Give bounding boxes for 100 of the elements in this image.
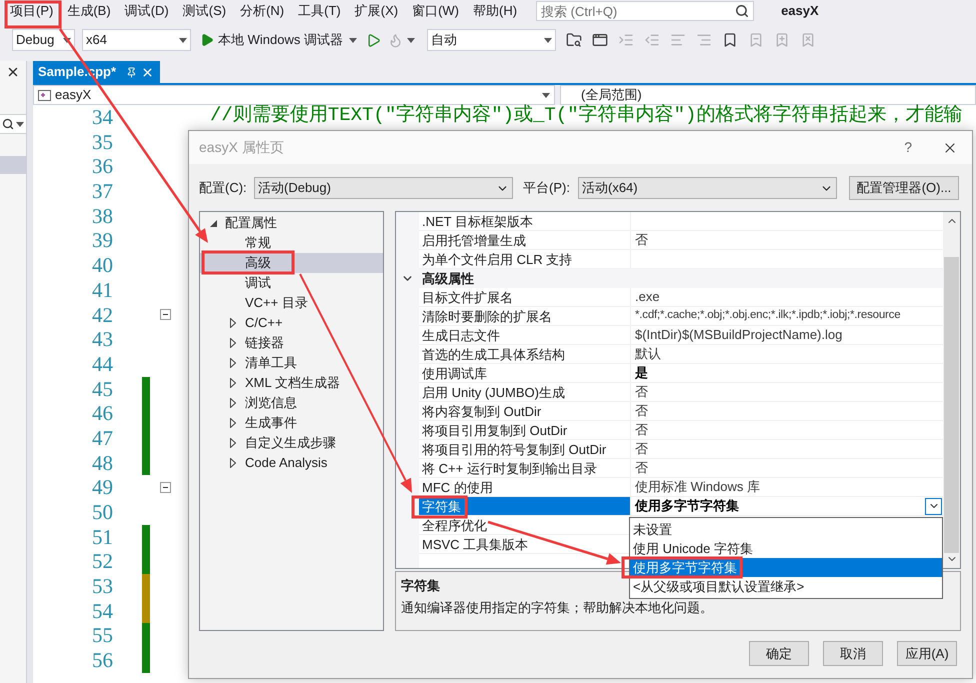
line-number: 51 [91, 524, 113, 549]
property-name[interactable]: 将项目引用复制到 OutDir [419, 421, 631, 440]
menu-item[interactable]: 工具(T) [291, 1, 348, 21]
line-number: 37 [91, 179, 113, 204]
dialog-button[interactable]: 取消 [823, 641, 883, 666]
tree-item[interactable]: Code Analysis [200, 453, 383, 473]
tree-item[interactable]: 链接器 [200, 333, 383, 353]
dialog-button[interactable]: 确定 [749, 641, 809, 666]
dropdown-button[interactable] [925, 498, 942, 514]
collapse-icon[interactable] [160, 482, 170, 494]
dropdown-option[interactable]: <从父级或项目默认设置继承> [630, 577, 942, 596]
menu-item[interactable]: 调试(D) [118, 1, 176, 21]
line-number: 45 [91, 376, 113, 401]
dropdown-option[interactable]: 未设置 [630, 520, 942, 539]
help-button[interactable]: ? [898, 137, 918, 158]
configuration-dropdown[interactable]: 活动(Debug) [254, 177, 513, 199]
play-outline-icon[interactable] [366, 32, 381, 48]
tree-item[interactable]: C/C++ [200, 313, 383, 333]
scope-dropdown[interactable]: (全局范围) [560, 85, 976, 105]
highlight-frame [412, 496, 468, 518]
menu-item[interactable]: 扩展(X) [348, 1, 406, 21]
line-number: 56 [91, 648, 113, 672]
field-label: 平台(P): [523, 179, 571, 198]
dropdown-option[interactable]: 使用多字节字符集 [630, 558, 942, 577]
dropdown-option[interactable]: 使用 Unicode 字符集 [630, 539, 942, 558]
configuration-dropdown[interactable]: Debug [12, 29, 75, 51]
property-name[interactable]: MSVC 工具集版本 [419, 535, 631, 554]
folder-search-icon[interactable] [566, 32, 582, 48]
dialog-button[interactable]: 应用(A) [897, 641, 957, 666]
property-value: 默认 [635, 345, 661, 364]
property-name[interactable]: 启用托管增量生成 [419, 231, 631, 250]
caret-icon [544, 38, 552, 42]
line-number: 53 [91, 574, 113, 598]
property-name[interactable]: 将内容复制到 OutDir [419, 402, 631, 421]
menu-item[interactable]: 生成(B) [60, 1, 118, 21]
tree-item[interactable]: 清单工具 [200, 353, 383, 373]
scrollbar-thumb[interactable] [944, 257, 959, 553]
line-number: 43 [91, 327, 113, 352]
tree-item[interactable]: 生成事件 [200, 413, 383, 433]
property-value: 否 [635, 440, 648, 458]
property-name[interactable]: 目标文件扩展名 [419, 288, 631, 307]
play-icon [200, 33, 214, 47]
tree-item[interactable]: 常规 [200, 233, 383, 253]
search-field[interactable]: 搜索 (Ctrl+Q) [536, 1, 754, 21]
line-number: 49 [91, 475, 113, 500]
property-value: 否 [635, 383, 648, 402]
window-icon[interactable] [592, 32, 608, 48]
configuration-manager-button[interactable]: 配置管理器(O)... [849, 176, 959, 200]
search-icon[interactable] [2, 118, 14, 130]
tree-item[interactable]: 自定义生成步骤 [200, 433, 383, 453]
tree-item[interactable]: 浏览信息 [200, 393, 383, 413]
property-value: 否 [635, 402, 648, 420]
pin-icon[interactable] [126, 66, 137, 78]
line-number: 47 [91, 426, 113, 450]
menu-item[interactable]: 测试(S) [176, 1, 234, 21]
scrollbar[interactable] [943, 212, 960, 568]
line-number: 48 [91, 450, 113, 475]
line-number: 52 [91, 549, 113, 574]
description-title: 字符集 [401, 577, 440, 595]
dialog-title: easyX 属性页 [199, 138, 284, 157]
property-name[interactable]: 使用调试库 [419, 364, 631, 383]
caret-icon [63, 38, 71, 42]
highlight-frame [4, 0, 62, 28]
line-number: 36 [91, 154, 113, 178]
bookmark-icon[interactable] [722, 32, 738, 48]
platform-dropdown[interactable]: 活动(x64) [578, 177, 837, 199]
property-name[interactable]: 将项目引用的符号复制到 OutDir [419, 440, 631, 459]
property-name[interactable]: 启用 Unity (JUMBO)生成 [419, 383, 631, 402]
description-text: 通知编译器使用指定的字符集；帮助解决本地化问题。 [401, 599, 713, 617]
property-name[interactable]: 字符集 [419, 497, 631, 516]
caret-icon [348, 38, 357, 42]
property-name[interactable]: 全程序优化 [419, 516, 631, 535]
menu-item[interactable]: 分析(N) [233, 1, 292, 21]
tree-item[interactable]: 高级 [200, 253, 383, 273]
menu-item[interactable]: 窗口(W) [405, 1, 466, 21]
line-number: 50 [91, 500, 113, 524]
menu-item[interactable]: 帮助(H) [466, 1, 524, 21]
property-name[interactable]: 生成日志文件 [419, 326, 631, 345]
property-value: .exe [635, 288, 660, 306]
collapse-icon[interactable] [160, 309, 170, 320]
tree-item[interactable]: XML 文档生成器 [200, 373, 383, 393]
property-name[interactable]: 将 C++ 运行时复制到输出目录 [419, 459, 631, 478]
property-name[interactable]: 清除时要删除的扩展名 [419, 307, 631, 326]
line-number: 42 [91, 302, 113, 326]
stack-frame-dropdown[interactable]: 自动 [426, 29, 556, 51]
tree-item[interactable]: 配置属性 [200, 213, 383, 233]
search-icon[interactable] [735, 4, 750, 18]
project-dropdown[interactable]: easyX [33, 85, 555, 105]
tree-item[interactable]: VC++ 目录 [200, 293, 383, 313]
menu-item[interactable]: 项目(P) [3, 1, 60, 21]
property-value: *.cdf;*.cache;*.obj;*.obj.enc;*.ilk;*.ipdb;*.iobj;*.resource [635, 308, 900, 324]
tree-item[interactable]: 调试 [200, 273, 383, 293]
property-name[interactable]: .NET 目标框架版本 [419, 212, 631, 231]
close-icon[interactable] [6, 65, 20, 79]
start-debugger-button[interactable]: 本地 Windows 调试器 [199, 29, 358, 51]
platform-dropdown[interactable]: x64 [82, 29, 191, 51]
code-comment: //则需要使用TEXT("字符串内容")或_T("字符串内容")的格式将字符串括起来，才能输 [209, 105, 962, 125]
expanded-triangle-icon[interactable] [210, 220, 217, 226]
property-name[interactable]: 首选的生成工具体系结构 [419, 345, 631, 364]
line-number: 34 [91, 105, 113, 129]
